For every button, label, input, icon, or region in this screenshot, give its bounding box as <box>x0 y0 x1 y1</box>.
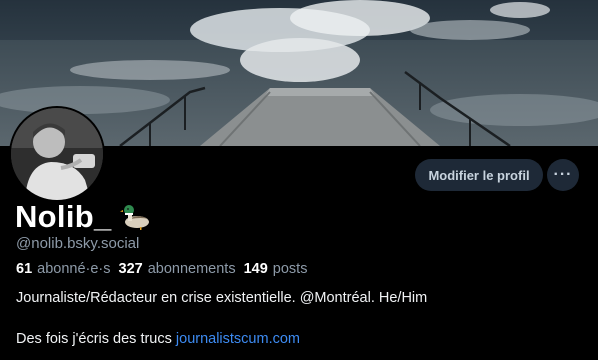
profile-bio: Journaliste/Rédacteur en crise existenti… <box>16 290 428 306</box>
avatar[interactable] <box>9 106 105 202</box>
bio-website-link[interactable]: journalistscum.com <box>176 331 300 347</box>
followers-stat[interactable]: 61 abonné·e·s <box>16 261 111 277</box>
duck-icon <box>119 205 149 230</box>
profile-stats: 61 abonné·e·s 327 abonnements 149 posts <box>16 261 307 277</box>
profile-name-row: Nolib_ <box>15 199 152 235</box>
following-label: abonnements <box>147 261 236 277</box>
ellipsis-icon: ··· <box>553 166 573 183</box>
followers-label: abonné·e·s <box>37 261 111 277</box>
following-stat[interactable]: 327 abonnements <box>119 261 236 277</box>
profile-bio-line2: Des fois j'écris des trucs journalistscu… <box>16 331 300 347</box>
posts-label: posts <box>272 261 308 277</box>
edit-profile-button[interactable]: Modifier le profil <box>415 159 543 191</box>
profile-handle: @nolib.bsky.social <box>16 235 140 252</box>
bio-text: Des fois j'écris des trucs <box>16 331 176 347</box>
display-name: Nolib_ <box>15 199 112 234</box>
more-options-button[interactable]: ··· <box>547 159 579 191</box>
posts-stat: 149 posts <box>244 261 308 277</box>
following-count: 327 <box>118 261 143 277</box>
posts-count: 149 <box>243 261 268 277</box>
followers-count: 61 <box>16 261 33 277</box>
profile-photo <box>11 108 103 200</box>
